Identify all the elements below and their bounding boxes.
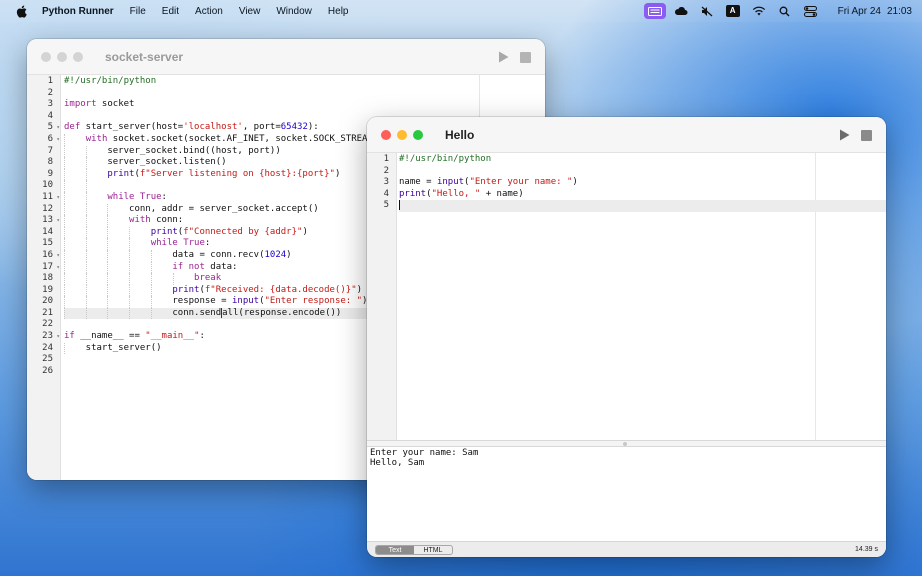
line-number: 19 — [42, 284, 53, 295]
line-number: 17 ▾ — [42, 261, 60, 274]
line-number: 4 — [383, 188, 389, 199]
line-number-gutter: 12345 — [367, 153, 397, 440]
code-text[interactable]: #!/usr/bin/python name = input("Enter yo… — [399, 154, 886, 212]
close-button[interactable] — [41, 51, 51, 62]
elapsed-time: 14.39 s — [855, 546, 878, 553]
line-number: 3 — [47, 99, 53, 110]
stop-button[interactable] — [520, 51, 531, 63]
menu-window[interactable]: Window — [276, 6, 312, 17]
line-number: 24 — [42, 342, 53, 353]
console-line: Enter your name: Sam — [370, 448, 479, 458]
line-number: 3 — [383, 177, 389, 188]
line-number: 26 — [42, 365, 53, 376]
run-button[interactable] — [496, 50, 510, 64]
window-controls — [381, 129, 429, 140]
input-source-icon[interactable]: A — [722, 3, 744, 19]
split-divider[interactable] — [367, 440, 886, 447]
menu-file[interactable]: File — [130, 6, 146, 17]
menubar-clock[interactable]: Fri Apr 24 21:03 — [832, 6, 912, 17]
menu-edit[interactable]: Edit — [162, 6, 179, 17]
line-number: 23 ▾ — [42, 331, 60, 343]
window-controls — [41, 51, 89, 62]
line-number: 22 — [42, 319, 53, 330]
run-button[interactable] — [837, 128, 851, 142]
search-icon[interactable] — [774, 3, 796, 19]
line-number-gutter: 1 2 3 4 5 ▾ 6 ▾ 7 8 9 10 11 ▾ 12 13 ▾ 14 15 16 ▾ 17 ▾ 18 19 20 21 2… — [27, 75, 61, 480]
line-number: 5 ▾ — [47, 122, 60, 134]
line-number: 9 — [47, 168, 53, 179]
tab-text[interactable]: Text — [376, 546, 414, 554]
line-number: 15 — [42, 238, 53, 249]
fold-chevron-icon[interactable]: ▾ — [56, 262, 60, 274]
line-number: 13 ▾ — [42, 215, 60, 227]
menu-bar: Python Runner File Edit Action View Wind… — [0, 0, 922, 22]
line-number: 2 — [383, 165, 389, 176]
fold-chevron-icon[interactable]: ▾ — [56, 250, 60, 262]
close-button[interactable] — [381, 129, 391, 140]
fold-chevron-icon[interactable]: ▾ — [56, 331, 60, 343]
minimize-button[interactable] — [57, 51, 67, 62]
output-console[interactable]: Enter your name: Sam Hello, Sam — [367, 448, 886, 541]
line-number: 11 ▾ — [42, 191, 60, 204]
line-number: 5 — [383, 200, 389, 211]
status-bar: Text HTML 14.39 s — [367, 541, 886, 557]
control-center-icon[interactable] — [800, 3, 822, 19]
line-number: 12 — [42, 203, 53, 214]
code-editor[interactable]: #!/usr/bin/python name = input("Enter yo… — [397, 153, 886, 440]
console-line: Hello, Sam — [370, 458, 425, 468]
output-mode-toggle[interactable]: Text HTML — [375, 545, 453, 555]
line-number: 2 — [47, 87, 53, 98]
socket-server-titlebar[interactable]: socket-server — [27, 39, 545, 75]
menubar-time: 21:03 — [886, 5, 912, 17]
fold-chevron-icon[interactable]: ▾ — [56, 215, 60, 227]
zoom-button[interactable] — [413, 129, 423, 140]
menu-view[interactable]: View — [239, 6, 261, 17]
input-source-letter: A — [725, 5, 740, 17]
fold-chevron-icon[interactable]: ▾ — [56, 192, 60, 204]
menu-app-name[interactable]: Python Runner — [42, 6, 114, 17]
line-number: 20 — [42, 296, 53, 307]
mute-icon[interactable] — [696, 3, 718, 19]
cloud-icon[interactable] — [670, 3, 692, 19]
line-number: 14 — [42, 226, 53, 237]
minimize-button[interactable] — [397, 129, 407, 140]
line-number: 16 ▾ — [42, 249, 60, 262]
tab-html[interactable]: HTML — [414, 546, 452, 554]
line-number: 7 — [47, 145, 53, 156]
text-cursor — [399, 200, 400, 211]
line-number: 4 — [47, 110, 53, 121]
line-number: 1 — [47, 76, 53, 86]
line-number: 8 — [47, 157, 53, 168]
hello-window[interactable]: Hello 12345 #!/usr/bin/python name = inp… — [367, 117, 886, 557]
fold-chevron-icon[interactable]: ▾ — [56, 134, 60, 146]
line-number: 1 — [383, 154, 389, 164]
hello-titlebar[interactable]: Hello — [367, 117, 886, 153]
apple-menu-icon[interactable] — [14, 4, 28, 18]
line-number: 18 — [42, 273, 53, 284]
window-title: socket-server — [105, 49, 184, 64]
zoom-button[interactable] — [73, 51, 83, 62]
wifi-icon[interactable] — [748, 3, 770, 19]
divider-handle-icon — [623, 442, 627, 446]
menubar-date: Fri Apr 24 — [837, 5, 881, 17]
fold-chevron-icon[interactable]: ▾ — [56, 122, 60, 134]
menu-action[interactable]: Action — [195, 6, 223, 17]
menu-help[interactable]: Help — [328, 6, 349, 17]
keyboard-brightness-icon[interactable] — [643, 3, 666, 19]
line-number: 6 ▾ — [47, 133, 60, 146]
window-title: Hello — [445, 127, 475, 142]
line-number: 21 — [42, 307, 53, 318]
line-number: 10 — [42, 180, 53, 191]
line-number: 25 — [42, 354, 53, 365]
stop-button[interactable] — [861, 129, 872, 141]
